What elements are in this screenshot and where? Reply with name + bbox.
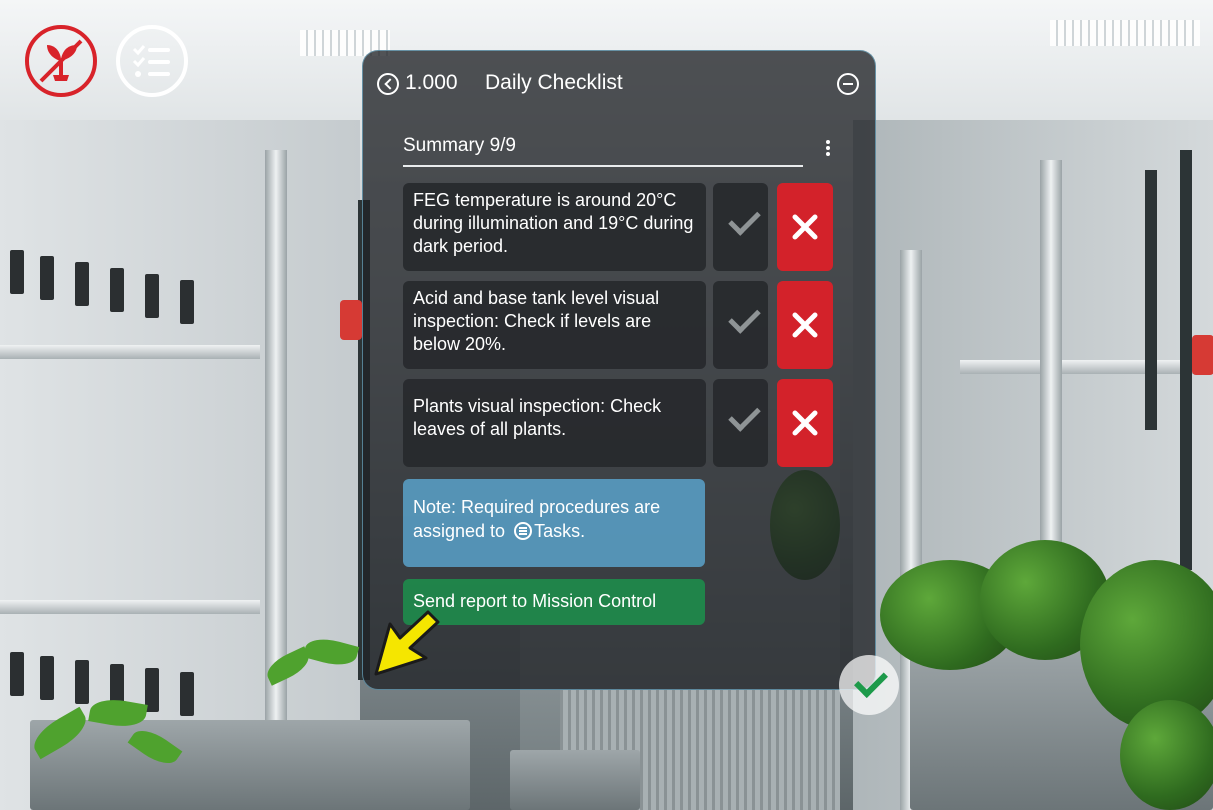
grow-lamp <box>1050 20 1200 46</box>
send-report-button[interactable]: Send report to Mission Control <box>403 579 705 625</box>
minimize-icon[interactable] <box>837 73 859 95</box>
check-icon[interactable] <box>713 379 768 467</box>
send-report-label: Send report to Mission Control <box>413 591 657 611</box>
panel-title: Daily Checklist <box>485 71 623 94</box>
summary-tab[interactable]: Summary 9/9 <box>403 135 803 167</box>
panel-header: 1.000 Daily Checklist <box>363 51 877 117</box>
checklist-item: Acid and base tank level visual inspecti… <box>403 281 706 369</box>
plant-sprout-glyph <box>39 39 83 83</box>
check-icon[interactable] <box>713 183 768 271</box>
check-icon[interactable] <box>713 281 768 369</box>
step-number: 1.000 <box>405 71 458 94</box>
daily-checklist-panel: 1.000 Daily Checklist Summary 9/9 FEG te… <box>362 50 876 690</box>
tasks-icon[interactable] <box>514 522 533 540</box>
note-box: Note: Required procedures are assigned t… <box>403 479 705 567</box>
checklist-icon[interactable] <box>116 25 188 97</box>
close-icon[interactable] <box>777 281 833 369</box>
tasks-link[interactable]: Tasks. <box>534 521 585 541</box>
checklist-glyph <box>132 45 170 77</box>
summary-label: Summary 9/9 <box>403 135 516 156</box>
close-icon[interactable] <box>777 379 833 467</box>
confirm-check-icon[interactable] <box>839 655 899 715</box>
checklist-item: FEG temperature is around 20°C during il… <box>403 183 706 271</box>
more-options-icon[interactable] <box>823 139 833 159</box>
close-icon[interactable] <box>777 183 833 271</box>
pointer-cursor-icon <box>374 610 440 676</box>
back-icon[interactable] <box>377 73 399 95</box>
plant-icon[interactable] <box>25 25 97 97</box>
checklist-item: Plants visual inspection: Check leaves o… <box>403 379 706 467</box>
